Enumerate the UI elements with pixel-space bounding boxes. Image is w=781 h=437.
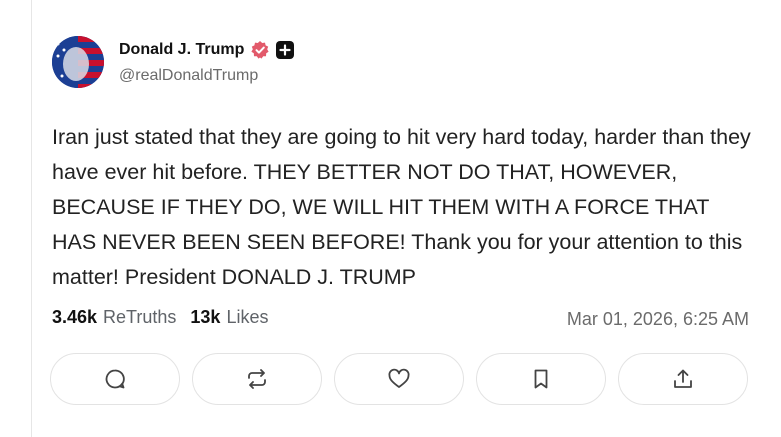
retruths-count: 3.46k	[52, 307, 98, 327]
avatar[interactable]	[52, 36, 104, 88]
share-button[interactable]	[618, 353, 748, 405]
share-icon	[674, 369, 692, 388]
author-name[interactable]: Donald J. Trump	[119, 41, 244, 59]
post-timestamp[interactable]: Mar 01, 2026, 6:25 AM	[567, 309, 749, 330]
verified-badge-icon	[250, 40, 270, 60]
like-button[interactable]	[334, 353, 464, 405]
retruths-label: ReTruths	[103, 307, 177, 327]
post-text: Iran just stated that they are going to …	[52, 125, 751, 289]
likes-label: Likes	[226, 307, 269, 327]
author-row: Donald J. Trump	[119, 40, 295, 60]
likes-stat[interactable]: 13k Likes	[190, 307, 268, 328]
repost-icon	[248, 369, 266, 389]
heart-icon	[388, 368, 410, 388]
retruths-stat[interactable]: 3.46k ReTruths	[52, 307, 176, 328]
reply-button[interactable]	[50, 353, 180, 405]
retruth-button[interactable]	[192, 353, 322, 405]
engagement-stats: 3.46k ReTruths 13k Likes	[52, 307, 282, 328]
author-handle[interactable]: @realDonaldTrump	[119, 67, 258, 85]
avatar-image	[52, 36, 104, 88]
action-bar	[50, 353, 748, 405]
bookmark-button[interactable]	[476, 353, 606, 405]
comment-icon	[105, 369, 125, 389]
likes-count: 13k	[190, 307, 221, 327]
bookmark-icon	[534, 369, 548, 389]
plus-badge-icon	[276, 41, 295, 59]
